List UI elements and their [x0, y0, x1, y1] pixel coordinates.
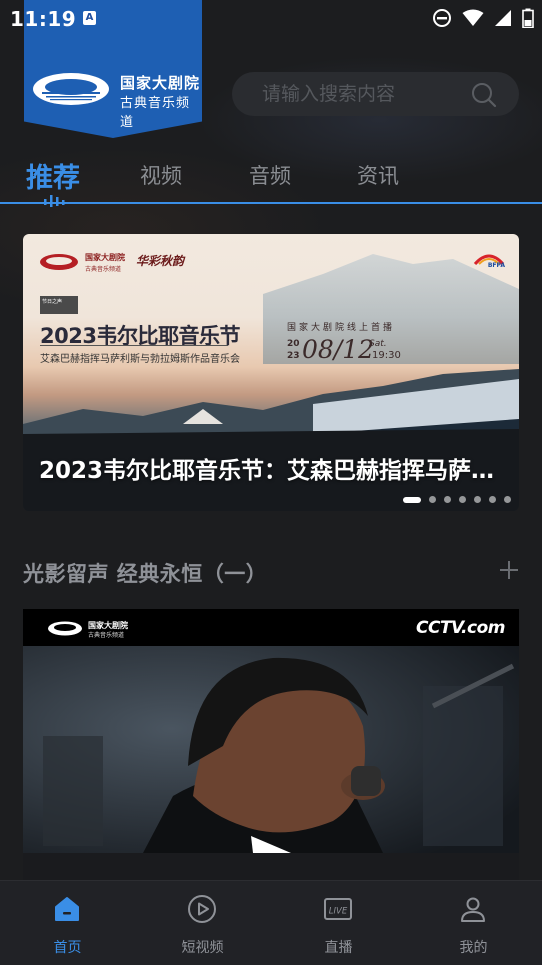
- sim-card-icon: A: [83, 11, 96, 25]
- signal-icon: [494, 9, 512, 31]
- do-not-disturb-icon: [432, 8, 452, 32]
- carousel-dot[interactable]: [474, 496, 481, 503]
- festival-badge: 节日之声: [40, 296, 78, 314]
- nav-profile[interactable]: 我的: [406, 881, 541, 965]
- banner-year-top: 20: [287, 339, 300, 349]
- carousel-dot[interactable]: [489, 496, 496, 503]
- search-bar[interactable]: [232, 72, 519, 116]
- carousel-dot[interactable]: [403, 496, 421, 503]
- wifi-icon: [462, 9, 484, 31]
- status-bar: 11:19 A: [0, 0, 542, 38]
- tab-news[interactable]: 资讯: [357, 160, 399, 190]
- section-title: 光影留声 经典永恒（一）: [23, 562, 268, 586]
- carousel-dot[interactable]: [504, 496, 511, 503]
- featured-banner[interactable]: 国家大剧院 古典音乐频道 华彩秋韵 BFPA 节日之声 2023韦尔比耶音乐节 …: [23, 234, 519, 511]
- battery-icon: [522, 8, 534, 32]
- carousel-dot[interactable]: [429, 496, 436, 503]
- banner-date: 08/12: [302, 335, 375, 364]
- play-circle-icon: [188, 895, 216, 923]
- nav-short-video-label: 短视频: [181, 940, 224, 956]
- banner-logo-title: 国家大剧院: [85, 252, 125, 262]
- tabs-underline: [0, 202, 542, 204]
- nav-profile-label: 我的: [459, 940, 488, 956]
- nav-live[interactable]: LIVE 直播: [271, 881, 406, 965]
- live-tv-icon: LIVE: [324, 898, 352, 920]
- nav-home-label: 首页: [53, 940, 82, 956]
- category-tabs: 推荐 视频 音频 资讯: [0, 152, 542, 207]
- brand-title: 国家大剧院: [120, 74, 201, 92]
- broadcaster-logo: CCTV.com: [416, 618, 506, 638]
- banner-divider: [40, 345, 228, 346]
- carousel-dot[interactable]: [444, 496, 451, 503]
- person-icon: [461, 897, 485, 922]
- status-time: 11:19: [10, 7, 77, 31]
- bottom-nav: 首页 短视频 LIVE 直播 我的: [0, 880, 542, 965]
- nav-home[interactable]: 首页: [0, 881, 135, 965]
- home-icon: [55, 897, 79, 921]
- plus-icon[interactable]: [499, 560, 519, 580]
- banner-slogan: 华彩秋韵: [136, 254, 185, 268]
- video-thumbnail: [23, 646, 519, 853]
- video-topbar: 国家大剧院 古典音乐频道 CCTV.com: [23, 609, 519, 646]
- live-premiere-label: 国家大剧院线上首播: [287, 323, 396, 333]
- banner-logo-subtitle: 古典音乐频道: [85, 266, 122, 273]
- status-icons: [432, 8, 534, 32]
- section-header: 光影留声 经典永恒（一）: [23, 558, 519, 588]
- video-ncpa-emblem-icon: [48, 621, 82, 636]
- brand-subtitle: 古典音乐频道: [120, 96, 191, 130]
- search-input[interactable]: [262, 82, 462, 106]
- banner-ncpa-emblem-icon: [40, 254, 78, 270]
- carousel-indicator[interactable]: [403, 496, 511, 503]
- banner-weekday: Sat.: [369, 339, 387, 349]
- svg-text:LIVE: LIVE: [329, 907, 348, 917]
- carousel-dot[interactable]: [459, 496, 466, 503]
- tab-video[interactable]: 视频: [140, 160, 182, 190]
- banner-caption: 2023韦尔比耶音乐节：艾森巴赫指挥马萨利斯与勃拉姆斯作品音乐会: [39, 458, 509, 484]
- search-icon[interactable]: [471, 82, 497, 108]
- nav-live-label: 直播: [324, 940, 353, 956]
- video-bottombar: [23, 853, 519, 880]
- nav-short-video[interactable]: 短视频: [135, 881, 270, 965]
- banner-headline-sub: 艾森巴赫指挥马萨利斯与勃拉姆斯作品音乐会: [40, 354, 240, 365]
- tab-audio[interactable]: 音频: [249, 160, 291, 190]
- banner-time: 19:30: [372, 350, 401, 361]
- partner-label: BFPA: [487, 262, 505, 269]
- banner-year-bottom: 23: [287, 351, 300, 361]
- tab-recommend[interactable]: 推荐: [26, 156, 80, 195]
- video-logo-subtitle: 古典音乐频道: [88, 632, 125, 639]
- video-card[interactable]: 国家大剧院 古典音乐频道 CCTV.com: [23, 609, 519, 880]
- active-tab-indicator-icon: [44, 195, 65, 207]
- ncpa-emblem-icon: [33, 73, 109, 105]
